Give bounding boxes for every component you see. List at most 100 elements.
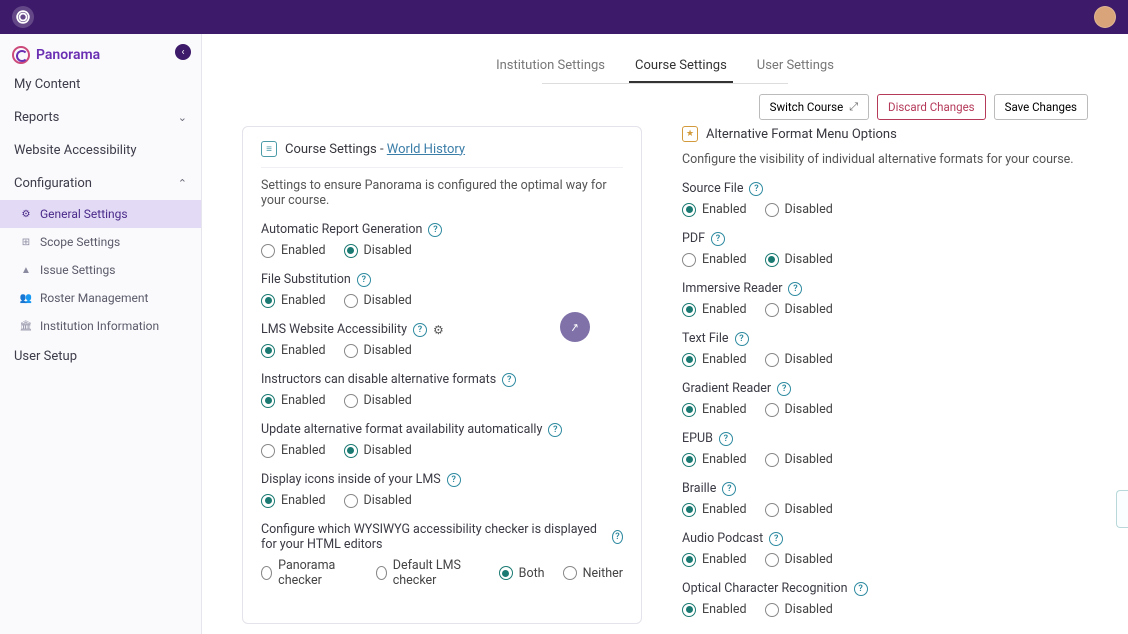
radio-enabled[interactable]: Enabled bbox=[682, 402, 747, 417]
radio-enabled[interactable]: Enabled bbox=[682, 602, 747, 617]
format-row: Source File ? Enabled Disabled bbox=[682, 181, 1084, 217]
help-icon[interactable]: ? bbox=[447, 473, 461, 487]
radio-label: Panorama checker bbox=[278, 558, 357, 588]
help-icon[interactable]: ? bbox=[777, 382, 791, 396]
button-label: Switch Course bbox=[770, 100, 844, 114]
nav-user-setup[interactable]: User Setup bbox=[0, 340, 201, 373]
radio-disabled[interactable]: Disabled bbox=[765, 352, 833, 367]
radio-enabled[interactable]: Enabled bbox=[261, 293, 326, 308]
subnav-scope-settings[interactable]: ⊞ Scope Settings bbox=[0, 228, 201, 256]
radio-dot-icon bbox=[765, 353, 779, 367]
help-icon[interactable]: ? bbox=[749, 182, 763, 196]
subnav-roster-management[interactable]: 👥 Roster Management bbox=[0, 284, 201, 312]
radio-enabled[interactable]: Enabled bbox=[261, 443, 326, 458]
radio-default-lms-checker[interactable]: Default LMS checker bbox=[376, 558, 481, 588]
radio-disabled[interactable]: Disabled bbox=[344, 343, 412, 358]
help-icon[interactable]: ? bbox=[788, 282, 802, 296]
radio-label: Neither bbox=[583, 566, 623, 581]
subnav-label: Institution Information bbox=[40, 319, 159, 333]
radio-dot-icon bbox=[344, 494, 358, 508]
help-icon[interactable]: ? bbox=[357, 273, 371, 287]
radio-enabled[interactable]: Enabled bbox=[261, 493, 326, 508]
radio-enabled[interactable]: Enabled bbox=[682, 502, 747, 517]
radio-enabled[interactable]: Enabled bbox=[261, 343, 326, 358]
radio-enabled[interactable]: Enabled bbox=[682, 552, 747, 567]
radio-enabled[interactable]: Enabled bbox=[261, 393, 326, 408]
radio-enabled[interactable]: Enabled bbox=[682, 252, 747, 267]
switch-course-button[interactable]: Switch Course ⤢ bbox=[759, 94, 869, 120]
main-content: Institution Settings Course Settings Use… bbox=[202, 34, 1128, 634]
setting-row: Display icons inside of your LMS ? Enabl… bbox=[261, 472, 623, 508]
format-row: Optical Character Recognition ? Enabled … bbox=[682, 581, 1084, 617]
radio-disabled[interactable]: Disabled bbox=[344, 243, 412, 258]
help-icon[interactable]: ? bbox=[735, 332, 749, 346]
side-drawer-tab[interactable] bbox=[1116, 490, 1128, 528]
radio-disabled[interactable]: Disabled bbox=[344, 293, 412, 308]
help-icon[interactable]: ? bbox=[854, 582, 868, 596]
radio-disabled[interactable]: Disabled bbox=[765, 552, 833, 567]
radio-label: Disabled bbox=[364, 293, 412, 308]
radio-disabled[interactable]: Disabled bbox=[765, 402, 833, 417]
radio-disabled[interactable]: Disabled bbox=[765, 602, 833, 617]
settings-tabs: Institution Settings Course Settings Use… bbox=[202, 34, 1128, 83]
radio-disabled[interactable]: Disabled bbox=[765, 252, 833, 267]
radio-disabled[interactable]: Disabled bbox=[344, 443, 412, 458]
nav-configuration[interactable]: Configuration ⌃ bbox=[0, 167, 201, 200]
radio-panorama-checker[interactable]: Panorama checker bbox=[261, 558, 358, 588]
radio-dot-icon bbox=[563, 566, 577, 580]
nav-label: Reports bbox=[14, 110, 59, 125]
radio-label: Disabled bbox=[364, 443, 412, 458]
help-icon[interactable]: ? bbox=[711, 232, 725, 246]
radio-disabled[interactable]: Disabled bbox=[765, 502, 833, 517]
subnav-issue-settings[interactable]: ▲ Issue Settings bbox=[0, 256, 201, 284]
tab-institution-settings[interactable]: Institution Settings bbox=[494, 52, 607, 83]
radio-dot-icon bbox=[765, 303, 779, 317]
nav-website-accessibility[interactable]: Website Accessibility bbox=[0, 134, 201, 167]
help-icon[interactable]: ? bbox=[548, 423, 562, 437]
radio-enabled[interactable]: Enabled bbox=[682, 202, 747, 217]
tab-user-settings[interactable]: User Settings bbox=[755, 52, 836, 83]
help-icon[interactable]: ? bbox=[769, 532, 783, 546]
radio-dot-icon bbox=[765, 203, 779, 217]
tab-course-settings[interactable]: Course Settings bbox=[633, 52, 729, 83]
user-avatar[interactable] bbox=[1094, 6, 1116, 28]
radio-label: Enabled bbox=[702, 302, 747, 317]
help-icon[interactable]: ? bbox=[722, 482, 736, 496]
help-icon[interactable]: ? bbox=[428, 223, 442, 237]
help-icon[interactable]: ? bbox=[719, 432, 733, 446]
radio-label: Disabled bbox=[364, 243, 412, 258]
format-label: Braille ? bbox=[682, 481, 1084, 496]
course-settings-card: ≡ Course Settings - World History Settin… bbox=[242, 126, 642, 624]
nav-reports[interactable]: Reports ⌄ bbox=[0, 101, 201, 134]
brand: Panorama bbox=[0, 40, 201, 68]
save-changes-button[interactable]: Save Changes bbox=[994, 94, 1088, 120]
radio-disabled[interactable]: Disabled bbox=[344, 393, 412, 408]
subnav-general-settings[interactable]: ⚙ General Settings bbox=[0, 200, 201, 228]
help-icon[interactable]: ? bbox=[612, 530, 623, 544]
radio-label: Disabled bbox=[785, 252, 833, 267]
radio-both[interactable]: Both bbox=[499, 566, 545, 581]
setting-row: LMS Website Accessibility ? ⚙ Enabled Di… bbox=[261, 322, 623, 358]
radio-enabled[interactable]: Enabled bbox=[682, 452, 747, 467]
radio-enabled[interactable]: Enabled bbox=[261, 243, 326, 258]
radio-group: Enabled Disabled bbox=[261, 243, 623, 258]
course-link[interactable]: World History bbox=[387, 142, 465, 157]
radio-enabled[interactable]: Enabled bbox=[682, 302, 747, 317]
radio-dot-icon bbox=[682, 553, 696, 567]
radio-dot-icon bbox=[765, 403, 779, 417]
radio-disabled[interactable]: Disabled bbox=[765, 302, 833, 317]
help-icon[interactable]: ? bbox=[413, 323, 427, 337]
nav-my-content[interactable]: My Content bbox=[0, 68, 201, 101]
radio-disabled[interactable]: Disabled bbox=[765, 452, 833, 467]
subnav-institution-information[interactable]: 🏛 Institution Information bbox=[0, 312, 201, 340]
gear-icon[interactable]: ⚙ bbox=[433, 323, 444, 337]
radio-disabled[interactable]: Disabled bbox=[344, 493, 412, 508]
radio-enabled[interactable]: Enabled bbox=[682, 352, 747, 367]
radio-neither[interactable]: Neither bbox=[563, 566, 623, 581]
help-icon[interactable]: ? bbox=[502, 373, 516, 387]
sidebar-collapse-button[interactable]: ‹ bbox=[175, 44, 191, 60]
radio-group: Enabled Disabled bbox=[261, 493, 623, 508]
setting-label: Instructors can disable alternative form… bbox=[261, 372, 623, 387]
discard-changes-button[interactable]: Discard Changes bbox=[877, 94, 986, 120]
radio-disabled[interactable]: Disabled bbox=[765, 202, 833, 217]
